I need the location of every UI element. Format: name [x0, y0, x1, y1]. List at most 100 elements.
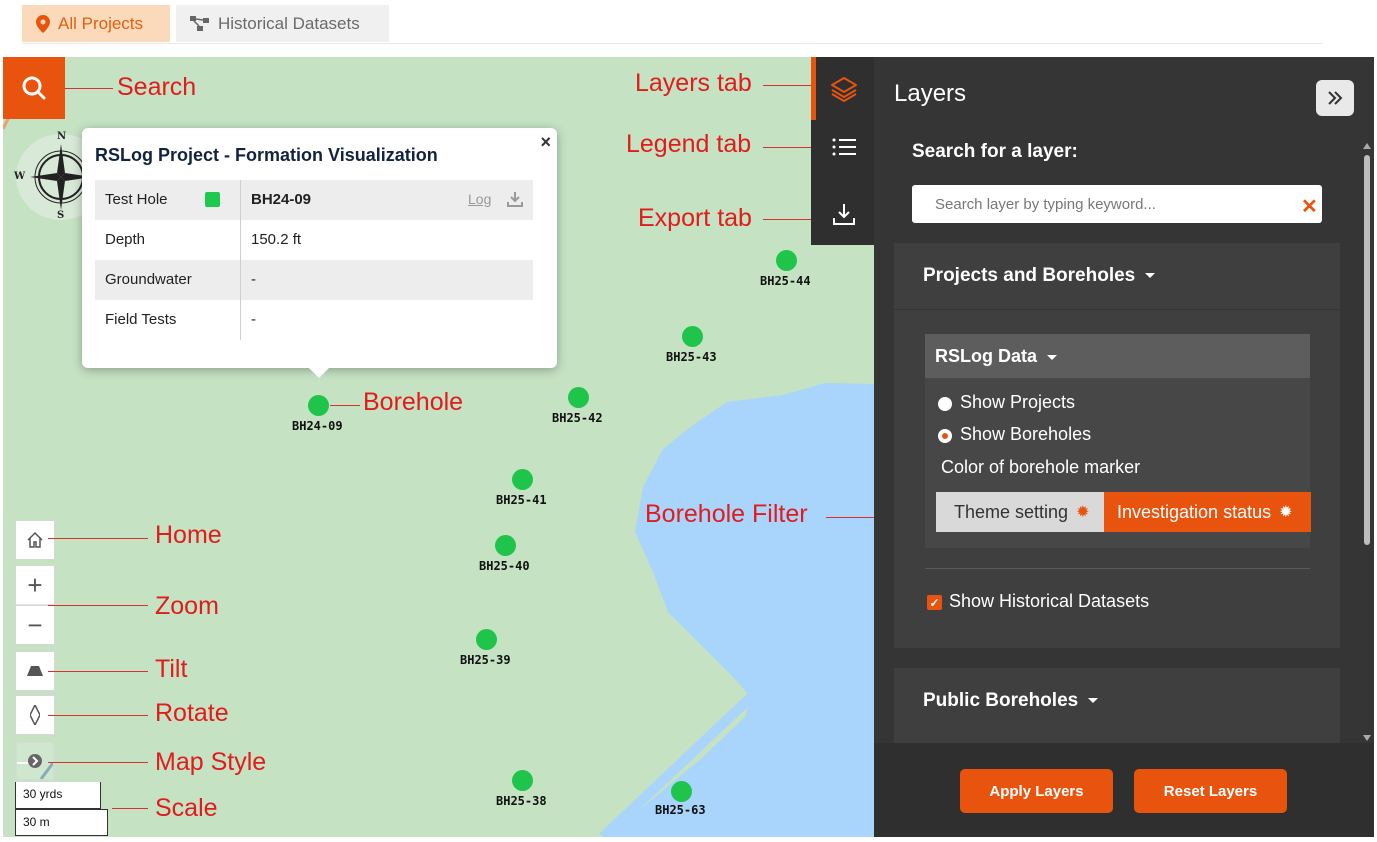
- compass-needle-icon: [30, 705, 40, 725]
- show-historical-label[interactable]: Show Historical Datasets: [949, 591, 1149, 612]
- legend-tab[interactable]: [826, 129, 862, 165]
- gear-icon: ✹: [1076, 504, 1090, 521]
- annotation-layers-tab: Layers tab: [635, 69, 752, 97]
- investigation-status-button[interactable]: Investigation status ✹: [1104, 492, 1311, 532]
- show-projects-label[interactable]: Show Projects: [960, 392, 1075, 413]
- borehole-label: BH25-41: [496, 493, 547, 507]
- annotation-export-tab: Export tab: [638, 204, 752, 232]
- zoom-out-button[interactable]: −: [15, 605, 55, 645]
- show-projects-radio[interactable]: [938, 397, 952, 411]
- download-icon[interactable]: [507, 191, 523, 207]
- section-divider: [925, 568, 1310, 569]
- theme-setting-button[interactable]: Theme setting ✹: [936, 492, 1104, 532]
- borehole-dot[interactable]: [512, 469, 533, 490]
- clear-search-icon[interactable]: ✕: [1301, 194, 1318, 219]
- map-style-button[interactable]: [15, 741, 55, 781]
- annotation-line: [48, 762, 148, 763]
- scale-meters: 30 m: [15, 809, 108, 836]
- app-root: All Projects Historical Datasets N S W R…: [0, 0, 1377, 842]
- scroll-up-arrow-icon: [1363, 143, 1371, 149]
- layers-panel-title: Layers: [894, 80, 967, 107]
- popup-row-groundwater: Groundwater -: [95, 260, 533, 300]
- public-boreholes-title[interactable]: Public Boreholes: [923, 690, 1099, 712]
- tab-all-projects-label: All Projects: [58, 13, 144, 33]
- public-boreholes-label: Public Boreholes: [923, 690, 1079, 711]
- column-divider: [240, 180, 241, 220]
- home-icon: [27, 531, 43, 548]
- popup-key: Groundwater: [105, 271, 192, 288]
- annotation-search: Search: [117, 73, 197, 101]
- plus-icon: +: [27, 570, 43, 600]
- double-chevron-right-icon: [1328, 91, 1343, 105]
- tab-all-projects[interactable]: All Projects: [22, 5, 170, 42]
- popup-title: RSLog Project - Formation Visualization: [95, 145, 438, 165]
- borehole-label: BH25-42: [552, 411, 603, 425]
- marker-color-label: Color of borehole marker: [941, 457, 1141, 477]
- annotation-line: [330, 405, 360, 406]
- projects-section-label: Projects and Boreholes: [923, 265, 1136, 286]
- annotation-line: [65, 88, 113, 89]
- active-tab-indicator: [811, 57, 816, 120]
- borehole-dot[interactable]: [476, 629, 497, 650]
- projects-section-title[interactable]: Projects and Boreholes: [923, 265, 1156, 287]
- borehole-dot[interactable]: [682, 326, 703, 347]
- annotation-zoom: Zoom: [155, 592, 219, 620]
- layers-tab[interactable]: [826, 71, 862, 107]
- borehole-dot[interactable]: [512, 770, 533, 791]
- home-button[interactable]: [15, 520, 55, 560]
- export-download-icon: [833, 204, 855, 225]
- borehole-popup: RSLog Project - Formation Visualization …: [82, 128, 557, 378]
- compass-west-label: W: [14, 171, 26, 182]
- show-historical-checkbox[interactable]: ✓: [927, 595, 942, 610]
- scrollbar-thumb[interactable]: [1364, 155, 1370, 545]
- tab-underline: [22, 43, 1322, 44]
- layer-search-label: Search for a layer:: [912, 141, 1078, 162]
- collapse-panel-button[interactable]: [1316, 80, 1354, 116]
- borehole-dot[interactable]: [671, 781, 692, 802]
- popup-value: -: [251, 271, 256, 288]
- tilt-icon: [27, 666, 43, 676]
- rslog-data-title[interactable]: RSLog Data: [935, 346, 1058, 367]
- compass-south-label: S: [57, 210, 65, 221]
- column-divider: [240, 260, 241, 300]
- borehole-label: BH25-39: [460, 653, 511, 667]
- popup-table: Test Hole BH24-09 Log Depth 150.2 ft Gro…: [95, 180, 533, 340]
- popup-row-test-hole: Test Hole BH24-09 Log: [95, 180, 533, 220]
- column-divider: [240, 300, 241, 340]
- popup-value: -: [251, 311, 256, 328]
- caret-down-icon: [1047, 354, 1058, 360]
- tab-historical-datasets[interactable]: Historical Datasets: [176, 5, 389, 42]
- popup-row-depth: Depth 150.2 ft: [95, 220, 533, 260]
- borehole-label: BH24-09: [292, 419, 343, 433]
- borehole-label: BH25-44: [760, 274, 811, 288]
- layer-search-input[interactable]: [912, 185, 1322, 223]
- reset-layers-button[interactable]: Reset Layers: [1134, 769, 1287, 813]
- popup-key: Depth: [105, 231, 146, 248]
- search-button[interactable]: [3, 57, 65, 119]
- scroll-down-arrow-icon: [1363, 735, 1371, 741]
- annotation-line: [48, 605, 148, 606]
- zoom-in-button[interactable]: +: [15, 565, 55, 605]
- rslog-data-label: RSLog Data: [935, 346, 1038, 366]
- annotation-tilt: Tilt: [155, 655, 188, 683]
- layers-footer: [874, 743, 1374, 837]
- show-boreholes-radio[interactable]: [938, 429, 952, 443]
- column-divider: [240, 220, 241, 260]
- borehole-dot[interactable]: [308, 395, 329, 416]
- borehole-dot[interactable]: [495, 535, 516, 556]
- search-icon: [22, 76, 46, 100]
- apply-layers-button[interactable]: Apply Layers: [960, 769, 1113, 813]
- annotation-line: [48, 715, 148, 716]
- minus-icon: −: [27, 610, 43, 640]
- show-boreholes-label[interactable]: Show Boreholes: [960, 424, 1091, 445]
- annotation-scale: Scale: [155, 794, 218, 822]
- layers-icon: [831, 77, 857, 102]
- borehole-dot[interactable]: [568, 387, 589, 408]
- popup-close-button[interactable]: ×: [540, 132, 551, 153]
- borehole-dot[interactable]: [776, 250, 797, 271]
- investigation-status-label: Investigation status: [1117, 501, 1272, 522]
- log-link[interactable]: Log: [468, 191, 491, 207]
- gear-icon: ✹: [1279, 504, 1293, 521]
- export-tab[interactable]: [826, 196, 862, 232]
- compass-north-label: N: [57, 131, 67, 142]
